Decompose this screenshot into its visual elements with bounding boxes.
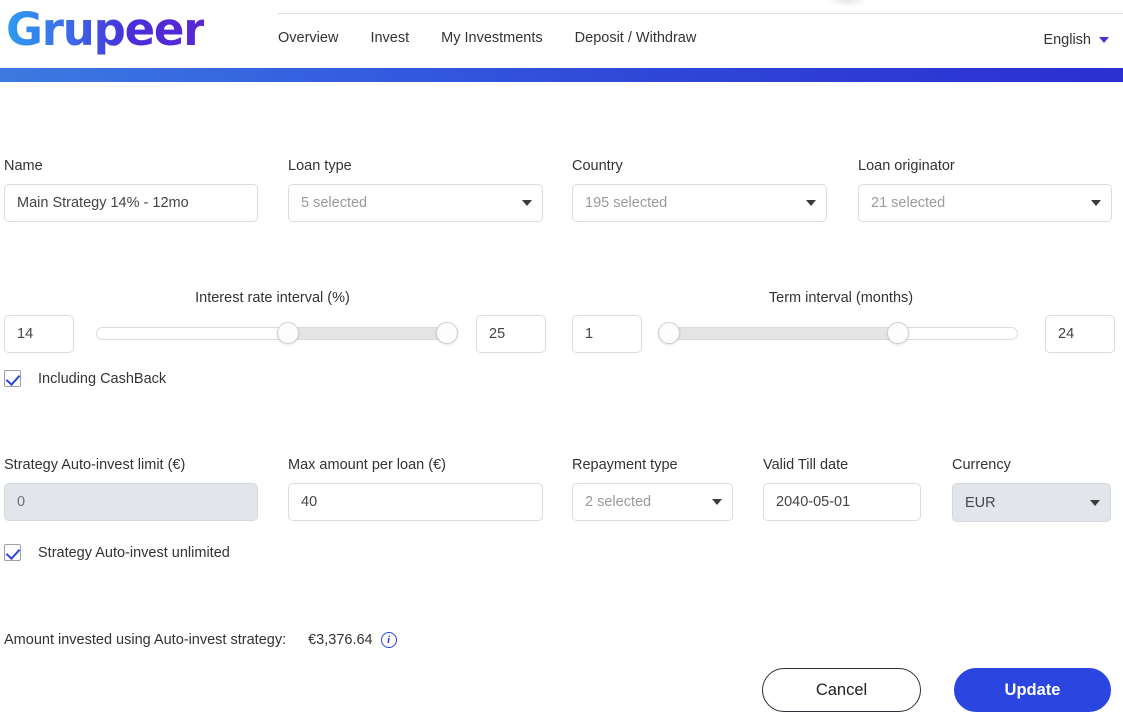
interest-min-input[interactable]: 14	[4, 315, 74, 353]
auto-invest-unlimited-checkbox[interactable]: Strategy Auto-invest unlimited	[4, 544, 230, 561]
nav-item-overview[interactable]: Overview	[278, 30, 338, 46]
max-amount-per-loan-input[interactable]: 40	[288, 483, 543, 521]
label-auto-invest-limit: Strategy Auto-invest limit (€)	[4, 457, 186, 473]
country-value: 195 selected	[585, 195, 668, 211]
field-auto-invest-limit: Strategy Auto-invest limit (€) 0	[4, 457, 258, 521]
main-nav: Overview Invest My Investments Deposit /…	[278, 30, 696, 46]
language-selector[interactable]: English	[1043, 32, 1109, 48]
label-valid-till-date: Valid Till date	[763, 457, 849, 473]
chevron-down-icon	[806, 200, 816, 206]
valid-till-date-input[interactable]: 2040-05-01	[763, 483, 921, 521]
checkbox-checked-icon[interactable]	[4, 544, 21, 561]
name-input[interactable]: Main Strategy 14% - 12mo	[4, 184, 258, 222]
field-valid-till-date: Valid Till date 2040-05-01	[763, 457, 921, 521]
invested-amount-value: €3,376.64	[308, 632, 373, 648]
label-loan-originator: Loan originator	[858, 158, 955, 174]
field-repayment-type: Repayment type 2 selected	[572, 457, 733, 521]
slider-handle-max[interactable]	[887, 322, 909, 344]
brand-logo[interactable]: Grupeer	[6, 3, 205, 56]
label-name: Name	[4, 158, 43, 174]
slider-selected-range	[668, 327, 898, 340]
interest-range-slider[interactable]	[96, 315, 458, 353]
chevron-down-icon	[522, 200, 532, 206]
term-max-input[interactable]: 24	[1045, 315, 1115, 353]
country-select[interactable]: 195 selected	[572, 184, 827, 222]
field-max-amount-per-loan: Max amount per loan (€) 40	[288, 457, 543, 521]
interest-max-input[interactable]: 25	[476, 315, 546, 353]
label-currency: Currency	[952, 457, 1011, 473]
gradient-accent-bar	[0, 68, 1123, 82]
header-divider	[278, 13, 1123, 14]
chevron-down-icon	[1090, 499, 1100, 506]
label-loan-type: Loan type	[288, 158, 352, 174]
nav-item-deposit-withdraw[interactable]: Deposit / Withdraw	[575, 30, 697, 46]
language-label: English	[1043, 32, 1091, 48]
field-currency: Currency EUR	[952, 457, 1111, 522]
label-interest-interval: Interest rate interval (%)	[195, 290, 350, 306]
info-icon[interactable]: i	[380, 632, 397, 648]
including-cashback-checkbox[interactable]: Including CashBack	[4, 370, 166, 387]
term-range-slider[interactable]	[658, 315, 1018, 353]
loan-type-select[interactable]: 5 selected	[288, 184, 543, 222]
auto-invest-limit-input: 0	[4, 483, 258, 521]
cancel-button[interactable]: Cancel	[762, 668, 921, 712]
loan-originator-select[interactable]: 21 selected	[858, 184, 1112, 222]
site-header: Grupeer Overview Invest My Investments D…	[0, 0, 1123, 68]
chevron-down-icon	[1091, 200, 1101, 206]
chevron-down-icon	[712, 499, 722, 505]
checkbox-checked-icon[interactable]	[4, 370, 21, 387]
term-min-input[interactable]: 1	[572, 315, 642, 353]
update-button[interactable]: Update	[954, 668, 1111, 712]
auto-invest-unlimited-label: Strategy Auto-invest unlimited	[38, 544, 230, 561]
currency-select: EUR	[952, 483, 1111, 522]
chevron-down-icon	[1099, 37, 1109, 43]
currency-value: EUR	[965, 494, 996, 511]
loan-originator-value: 21 selected	[871, 195, 946, 211]
top-shadow-artifact	[826, 0, 868, 7]
label-max-amount-per-loan: Max amount per loan (€)	[288, 457, 446, 473]
page-root: Grupeer Overview Invest My Investments D…	[0, 0, 1123, 724]
field-loan-originator: Loan originator 21 selected	[858, 158, 1112, 222]
nav-item-invest[interactable]: Invest	[370, 30, 409, 46]
repayment-type-value: 2 selected	[585, 494, 652, 510]
field-loan-type: Loan type 5 selected	[288, 158, 543, 222]
invested-amount-label: Amount invested using Auto-invest strate…	[4, 632, 287, 648]
repayment-type-select[interactable]: 2 selected	[572, 483, 733, 521]
invested-amount-row: Amount invested using Auto-invest strate…	[4, 632, 397, 648]
label-repayment-type: Repayment type	[572, 457, 678, 473]
slider-handle-max[interactable]	[436, 322, 458, 344]
slider-handle-min[interactable]	[658, 322, 680, 344]
nav-item-my-investments[interactable]: My Investments	[441, 30, 543, 46]
label-term-interval: Term interval (months)	[768, 290, 914, 306]
form-actions: Cancel Update	[762, 668, 1111, 712]
label-country: Country	[572, 158, 623, 174]
slider-selected-range	[287, 327, 447, 340]
field-name: Name Main Strategy 14% - 12mo	[4, 158, 258, 222]
loan-type-value: 5 selected	[301, 195, 368, 211]
field-country: Country 195 selected	[572, 158, 827, 222]
including-cashback-label: Including CashBack	[38, 370, 167, 387]
slider-handle-min[interactable]	[277, 322, 299, 344]
